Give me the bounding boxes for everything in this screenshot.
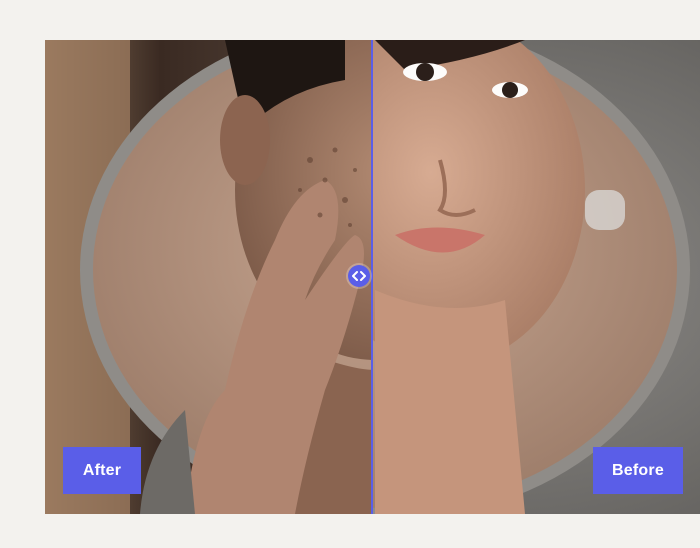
drag-handle[interactable]: [348, 265, 370, 287]
page: After Before: [0, 0, 700, 548]
comparison-divider[interactable]: [371, 40, 373, 514]
left-right-arrows-icon: [352, 271, 366, 281]
before-label: Before: [593, 447, 683, 494]
before-after-comparison[interactable]: After Before: [45, 40, 700, 514]
after-label: After: [63, 447, 141, 494]
